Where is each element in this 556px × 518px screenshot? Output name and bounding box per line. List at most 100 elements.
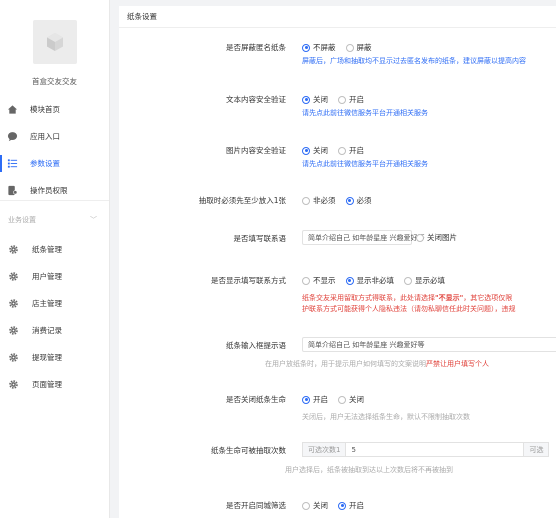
field-hint: 屏蔽后，广场和抽取均不显示过去匿名发布的纸条，建议屏蔽以提高内容: [302, 57, 526, 65]
field-label: 纸条生命可被抽取次数: [211, 446, 286, 455]
field-hint: 用户选择后，纸条被抽取到达以上次数后将不再被抽到: [285, 466, 453, 474]
open-service-link[interactable]: 请先点此前往微信服务平台开通相关服务: [302, 108, 428, 118]
radio-option[interactable]: 屏蔽: [345, 42, 372, 53]
field-label: 是否关闭纸条生命: [226, 395, 286, 404]
radio-option[interactable]: 显示必填: [404, 275, 445, 286]
radio-label: 关闭: [313, 501, 328, 510]
radio-group: 关闭 开启: [302, 145, 374, 156]
field-hint: 关闭后，用户无法选择纸条生命，默认不限制抽取次数: [302, 413, 470, 421]
sidebar-item-home[interactable]: 模块首页: [0, 96, 110, 123]
draw-count-input[interactable]: 5: [346, 442, 525, 457]
radio-option[interactable]: 关闭: [302, 500, 328, 511]
radio-option[interactable]: 开启: [302, 394, 328, 405]
sidebar-item-label: 提现管理: [32, 353, 62, 362]
radio-group: 开启 关闭: [302, 394, 374, 405]
field-label: 图片内容安全验证: [226, 146, 286, 155]
radio-option[interactable]: 开启: [338, 145, 364, 156]
chevron-down-icon: ﹀: [90, 216, 97, 224]
radio-label: 非必须: [313, 196, 336, 205]
gear-icon: [9, 380, 18, 389]
hint-text: 在用户放纸条时，用于提示用户如何填写的文案说明: [265, 360, 426, 368]
sidebar: 首盒交友交友 模块首页 应用入口 参数设置 操作员权限 业务设置 ﹀ 纸条管理 …: [0, 0, 110, 518]
tip-input[interactable]: 简单介绍自己 如年龄星座 兴趣爱好等: [302, 337, 556, 352]
app-logo: [32, 20, 77, 64]
field-hint: 在用户放纸条时，用于提示用户如何填写的文案说明严禁让用户填写个人: [265, 359, 489, 369]
radio-option[interactable]: 不显示: [302, 275, 336, 286]
sidebar-item-settings[interactable]: 参数设置: [0, 150, 110, 177]
group-title-text: 业务设置: [8, 216, 36, 224]
intro-input[interactable]: 简单介绍自己 如年龄星座 兴趣爱好等: [302, 230, 424, 245]
sidebar-item-note-manage[interactable]: 纸条管理: [0, 236, 110, 263]
sidebar-item-label: 操作员权限: [30, 186, 68, 195]
sidebar-item-label: 店主管理: [32, 299, 62, 308]
sidebar-group-title[interactable]: 业务设置 ﹀: [8, 215, 101, 225]
radio-option[interactable]: 关闭: [302, 145, 328, 156]
field-label: 是否屏蔽匿名纸条: [226, 43, 286, 52]
radio-option[interactable]: 必须: [345, 195, 372, 206]
sidebar-item-withdraw-manage[interactable]: 提现管理: [0, 344, 110, 371]
sidebar-item-label: 用户管理: [32, 272, 62, 281]
radio-label: 关闭: [349, 395, 364, 404]
gear-icon: [9, 272, 18, 281]
open-service-link[interactable]: 请先点此前往微信服务平台开通相关服务: [302, 159, 428, 169]
radio-group: 不显示 显示非必填 显示必填: [302, 275, 455, 286]
field-label: 纸条输入框提示语: [226, 341, 286, 350]
radio-option[interactable]: 关闭: [302, 94, 328, 105]
contact-warning-line2: 护联系方式可能获得个人隐私违法（请勿私聊信任此时关问题），违规: [302, 305, 516, 313]
gear-icon: [9, 245, 18, 254]
radio-option[interactable]: 开启: [338, 500, 364, 511]
brand-name: 首盒交友交友: [32, 77, 77, 86]
input-suffix: 可选: [524, 442, 550, 457]
sidebar-item-app-entry[interactable]: 应用入口: [0, 123, 110, 150]
chat-bubble-icon: [7, 132, 18, 142]
user-doc-icon: [8, 185, 18, 196]
home-icon: [7, 105, 18, 114]
radio-label: 不屏蔽: [313, 43, 336, 52]
gear-icon: [9, 299, 18, 308]
sidebar-item-page-manage[interactable]: 页面管理: [0, 371, 110, 398]
sidebar-item-label: 消费记录: [32, 326, 62, 335]
sidebar-item-user-manage[interactable]: 用户管理: [0, 263, 110, 290]
warning-text: 纸条交友采用留取方式得联系，此处请选择: [302, 294, 435, 302]
radio-group: 非必须 必须: [302, 195, 382, 206]
sidebar-item-label: 应用入口: [30, 132, 60, 141]
field-label: 是否填写联系语: [233, 234, 287, 243]
gear-icon: [9, 353, 18, 362]
brand: 首盒交友交友: [0, 0, 109, 96]
radio-option[interactable]: 不屏蔽: [302, 42, 336, 53]
radio-label: 关闭: [313, 95, 328, 104]
panel-title: 纸条设置: [119, 6, 556, 28]
radio-option[interactable]: 非必须: [302, 195, 336, 206]
radio-option[interactable]: 显示非必填: [345, 275, 395, 286]
hint-emphasis: 严禁让用户填写个人: [426, 360, 489, 368]
settings-panel: 纸条设置 是否屏蔽匿名纸条 不屏蔽 屏蔽 屏蔽后，广场和抽取均不显示过去匿名发布…: [119, 6, 556, 518]
field-label: 是否显示填写联系方式: [211, 276, 286, 285]
radio-label: 不显示: [313, 276, 336, 285]
radio-label: 显示非必填: [356, 276, 395, 285]
list-settings-icon: [7, 159, 18, 168]
radio-option[interactable]: 开启: [338, 94, 364, 105]
radio-label: 开启: [349, 95, 364, 104]
radio-option[interactable]: 关闭: [338, 394, 364, 405]
field-label: 是否开启同城筛选: [226, 501, 286, 510]
warning-text: ，其它选项仅限: [463, 294, 513, 302]
sidebar-divider: [0, 200, 109, 201]
radio-label: 关闭图片: [427, 233, 457, 242]
sidebar-item-label: 页面管理: [32, 380, 62, 389]
contact-warning-line1: 纸条交友采用留取方式得联系，此处请选择"不显示"，其它选项仅限: [302, 293, 512, 303]
field-label: 文本内容安全验证: [226, 95, 286, 104]
close-image-option[interactable]: 关闭图片: [416, 232, 457, 243]
radio-label: 屏蔽: [356, 43, 372, 52]
radio-group: 关闭 开启: [302, 500, 374, 511]
warning-emphasis: "不显示": [435, 294, 464, 302]
sidebar-item-label: 纸条管理: [32, 245, 62, 254]
intro-control: 简单介绍自己 如年龄星座 兴趣爱好等 关闭图片: [302, 230, 467, 245]
sidebar-item-label: 参数设置: [30, 159, 60, 168]
field-label: 抽取时必须先至少放入1张: [198, 196, 286, 205]
radio-label: 开启: [349, 146, 364, 155]
radio-label: 开启: [349, 501, 364, 510]
gear-icon: [9, 326, 18, 335]
radio-label: 关闭: [313, 146, 328, 155]
sidebar-item-shop-manage[interactable]: 店主管理: [0, 290, 110, 317]
sidebar-item-consume-records[interactable]: 消费记录: [0, 317, 110, 344]
